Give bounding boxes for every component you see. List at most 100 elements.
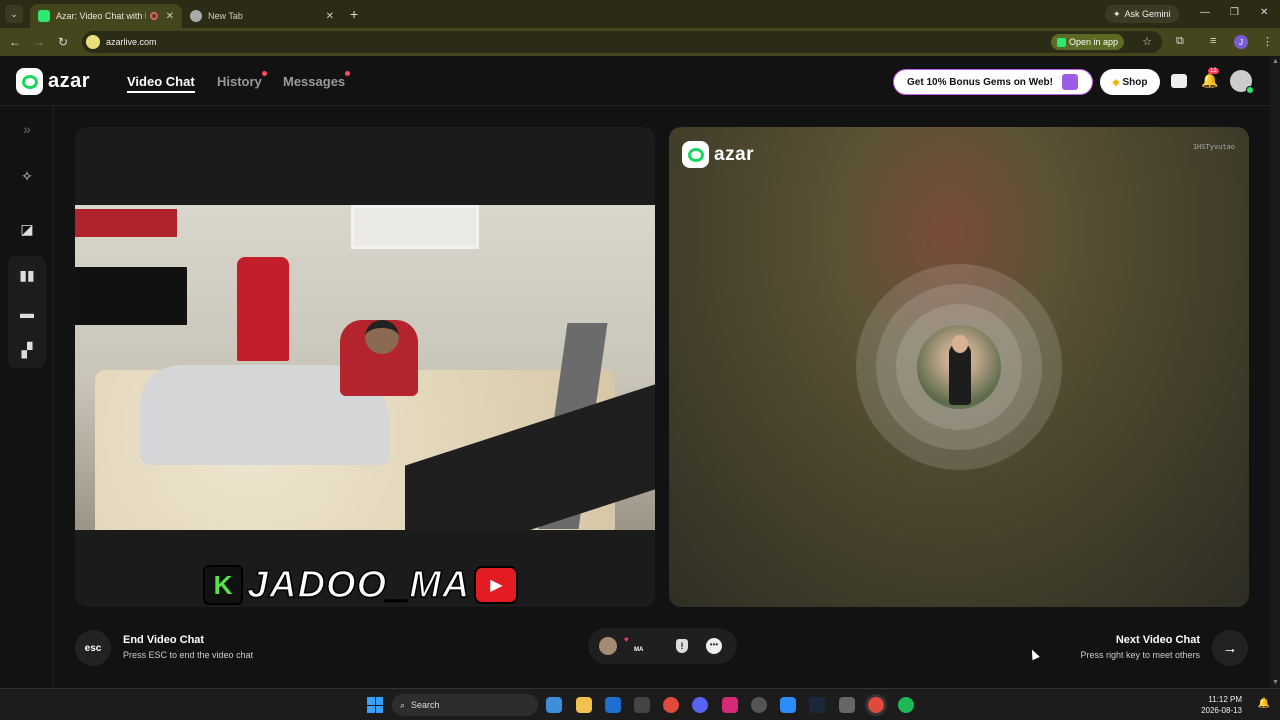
app-icon[interactable]: [751, 697, 767, 713]
inbox-icon[interactable]: [1171, 74, 1187, 88]
my-video-panel: K JADOO_MA ▶: [75, 127, 655, 607]
new-dot-icon: [261, 71, 267, 76]
match-face: [952, 335, 968, 353]
watermark-text: JADOO_MA: [246, 563, 471, 607]
discord-icon[interactable]: [692, 697, 708, 713]
partner-video-panel: azar 1HSTyvutao: [669, 127, 1249, 607]
layout-grid-icon[interactable]: ▞: [17, 340, 37, 360]
layout-stacked-icon[interactable]: ▬: [17, 303, 37, 323]
kick-logo-icon: K: [203, 565, 243, 605]
notification-center-icon[interactable]: 🔔: [1258, 698, 1270, 709]
search-icon: ⌕: [400, 699, 406, 710]
next-chat-title: Next Video Chat: [1115, 634, 1200, 646]
tab-azar[interactable]: Azar: Video Chat with New ✕: [30, 4, 182, 28]
azar-favicon-icon: [38, 10, 50, 22]
browser-toolbar: ← → ↻ azarlive.com Open in app ☆: [0, 28, 1280, 56]
page-scrollbar[interactable]: ▲ ▼: [1270, 56, 1280, 688]
minimize-icon[interactable]: —: [1200, 7, 1210, 18]
next-chat-button[interactable]: →: [1212, 630, 1248, 666]
new-tab-icon[interactable]: +: [350, 6, 358, 22]
filter-icon[interactable]: ◪: [17, 219, 37, 239]
end-chat-button[interactable]: esc: [75, 630, 111, 666]
notification-bell-icon[interactable]: 🔔: [1201, 72, 1218, 89]
reload-icon[interactable]: ↻: [51, 35, 75, 49]
open-in-app-button[interactable]: Open in app: [1050, 34, 1124, 50]
logo-text: azar: [48, 70, 91, 92]
azar-logo[interactable]: azar: [16, 68, 90, 95]
person-head: [365, 320, 399, 354]
clock[interactable]: 11:12 PM 2026-08-13: [1201, 694, 1242, 716]
store-icon[interactable]: [634, 697, 650, 713]
chrome-icon[interactable]: [663, 697, 679, 713]
azar-watermark: azar: [682, 141, 754, 168]
wall-jersey: [237, 257, 289, 361]
forward-icon[interactable]: →: [27, 35, 51, 49]
close-window-icon[interactable]: ✕: [1260, 7, 1268, 18]
profile-avatar[interactable]: J: [1234, 35, 1248, 49]
new-dot-icon: [345, 71, 351, 76]
windows-taskbar: ⌕ Search 11:12 PM 2026-08-13 🔔: [0, 688, 1280, 720]
expand-icon[interactable]: »: [17, 119, 37, 139]
nav-messages[interactable]: Messages: [283, 71, 351, 89]
nav-label: History: [217, 74, 262, 89]
tab-new-tab[interactable]: New Tab ✕: [182, 4, 342, 28]
chat-bubble-icon[interactable]: •••: [706, 638, 722, 654]
azar-app: azar Video Chat History Messages Get 10%…: [0, 56, 1280, 688]
search-label: Search: [411, 700, 440, 710]
windows-start-icon[interactable]: [367, 697, 383, 713]
close-tab-icon[interactable]: ✕: [326, 11, 334, 22]
taskbar-search[interactable]: ⌕ Search: [392, 694, 538, 716]
mouse-cursor-icon: [1028, 647, 1040, 661]
logo-text: azar: [714, 143, 755, 165]
ask-gemini-button[interactable]: ✦ Ask Gemini: [1105, 5, 1179, 23]
notification-count-badge: 13: [1208, 68, 1219, 74]
zoom-icon[interactable]: [780, 697, 796, 713]
media-controls-icon[interactable]: ≡: [1210, 35, 1216, 47]
layout-side-by-side-icon[interactable]: ▮▮: [17, 265, 37, 285]
gemini-sparkle-icon: ✦: [1113, 8, 1121, 19]
report-shield-icon[interactable]: !: [676, 639, 688, 653]
bookmark-star-icon[interactable]: ☆: [1142, 35, 1152, 48]
bonus-gems-button[interactable]: Get 10% Bonus Gems on Web!: [893, 69, 1093, 95]
browser-menu-icon[interactable]: ⋮: [1262, 35, 1273, 48]
close-tab-icon[interactable]: ✕: [166, 11, 174, 22]
instagram-icon[interactable]: [722, 697, 738, 713]
partner-mini-avatar[interactable]: [599, 637, 617, 655]
chrome-active-icon[interactable]: [868, 697, 884, 713]
outlook-icon[interactable]: [605, 697, 621, 713]
clock-date: 2026-08-13: [1201, 706, 1242, 715]
wall-flag: [75, 209, 177, 237]
steam-icon[interactable]: [809, 697, 825, 713]
azar-app-icon: [1056, 37, 1066, 47]
youtube-logo-icon: ▶: [474, 566, 519, 604]
back-icon[interactable]: ←: [3, 35, 27, 49]
scroll-down-icon[interactable]: ▼: [1272, 679, 1279, 686]
left-sidebar: » ✧ ◪ ▮▮ ▬ ▞: [0, 106, 54, 688]
browser-tab-bar: ⌄ Azar: Video Chat with New ✕ New Tab ✕ …: [0, 0, 1280, 28]
user-avatar[interactable]: [1230, 70, 1254, 94]
site-info-icon[interactable]: [86, 35, 100, 49]
magic-wand-icon[interactable]: ✧: [17, 166, 37, 186]
capture-icon[interactable]: [839, 697, 855, 713]
tab-list-button[interactable]: ⌄: [5, 5, 23, 23]
file-explorer-icon[interactable]: [576, 697, 592, 713]
nav-label: Messages: [283, 74, 346, 89]
url-text: azarlive.com: [106, 37, 157, 47]
online-status-icon: [1246, 86, 1254, 94]
nav-video-chat[interactable]: Video Chat: [127, 74, 195, 93]
tab-title: Azar: Video Chat with New: [56, 11, 146, 21]
nav-history[interactable]: History: [217, 71, 267, 89]
recording-icon: [149, 12, 158, 20]
extensions-icon[interactable]: ⧉: [1176, 35, 1184, 48]
nav-label: Video Chat: [127, 74, 195, 89]
session-id: 1HSTyvutao: [1192, 143, 1235, 151]
address-bar[interactable]: azarlive.com Open in app ☆: [82, 31, 1162, 53]
shop-label: Shop: [1122, 76, 1148, 88]
spotify-icon[interactable]: [898, 697, 914, 713]
restore-icon[interactable]: ❐: [1230, 7, 1239, 18]
widgets-icon[interactable]: [546, 697, 562, 713]
bonus-label: Get 10% Bonus Gems on Web!: [907, 76, 1053, 88]
shop-button[interactable]: ◆ Shop: [1100, 69, 1160, 95]
end-chat-hint: Press ESC to end the video chat: [123, 650, 254, 660]
scroll-up-icon[interactable]: ▲: [1272, 58, 1279, 65]
